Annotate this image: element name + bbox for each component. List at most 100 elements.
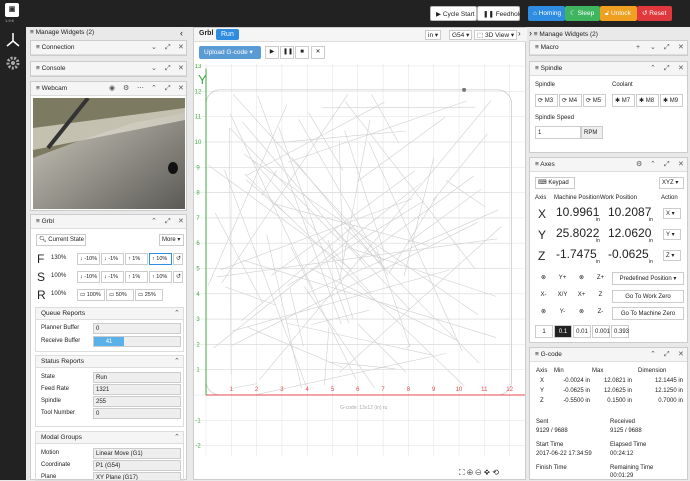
upload-gcode-button[interactable]: Upload G-code ▾ bbox=[199, 46, 261, 59]
chevron-up-icon[interactable]: ⌃ bbox=[650, 158, 656, 172]
override-button[interactable]: ↑ 1% bbox=[125, 271, 148, 283]
go-to-machine-zero-button[interactable]: Go To Machine Zero bbox=[612, 307, 684, 320]
chevron-down-icon[interactable]: ⌄ bbox=[151, 62, 157, 76]
jog-button[interactable]: X- bbox=[535, 289, 552, 302]
close-icon[interactable]: ✕ bbox=[678, 41, 684, 55]
jog-button[interactable]: Y- bbox=[554, 306, 571, 319]
queue-reports-header[interactable]: Queue Reports ⌃ bbox=[36, 308, 183, 320]
chevron-up-icon[interactable]: ⌃ bbox=[174, 432, 180, 444]
keypad-button[interactable]: ⌨ Keypad bbox=[535, 177, 575, 189]
step-size-button[interactable]: 0.01 bbox=[573, 325, 591, 338]
close-gcode-button[interactable]: ✕ bbox=[311, 46, 325, 59]
jog-diagonal-icon[interactable]: ⊗ bbox=[573, 272, 590, 285]
override-button[interactable]: ↓ -10% bbox=[77, 271, 100, 283]
axes-select[interactable]: XYZ ▾ bbox=[659, 177, 684, 189]
override-button[interactable]: ↑ 1% bbox=[125, 253, 148, 265]
camera-icon[interactable]: ◉ bbox=[109, 82, 115, 96]
wcs-select[interactable]: G54 ▾ bbox=[449, 30, 473, 40]
chevron-up-icon[interactable]: ⌃ bbox=[650, 348, 656, 362]
more-icon[interactable]: ⋯ bbox=[137, 82, 144, 96]
coolant-m9-button[interactable]: ✱ M9 bbox=[660, 94, 683, 107]
spindle-speed-input[interactable]: 1 bbox=[535, 126, 581, 139]
spindle-m4-button[interactable]: ⟳ M4 bbox=[559, 94, 582, 107]
jog-button[interactable]: Y+ bbox=[554, 272, 571, 285]
close-icon[interactable]: ✕ bbox=[678, 62, 684, 76]
close-icon[interactable]: ✕ bbox=[678, 348, 684, 362]
override-button[interactable]: ▭ 25% bbox=[135, 289, 163, 301]
close-icon[interactable]: ✕ bbox=[178, 82, 184, 96]
jog-button[interactable]: Z bbox=[592, 289, 609, 302]
step-size-button[interactable]: 0.393 bbox=[611, 325, 629, 338]
chevron-down-icon[interactable]: ⌄ bbox=[151, 41, 157, 55]
chevron-up-icon[interactable]: ⌃ bbox=[174, 308, 180, 320]
override-button[interactable]: ↑ 10% bbox=[149, 253, 172, 265]
coolant-m7-button[interactable]: ✱ M7 bbox=[612, 94, 635, 107]
chevron-up-icon[interactable]: ⌃ bbox=[650, 62, 656, 76]
go-to-work-zero-button[interactable]: Go To Work Zero bbox=[612, 290, 684, 303]
settings-icon[interactable]: ⚙ bbox=[636, 158, 642, 172]
pause-button[interactable]: ❚❚ bbox=[280, 46, 294, 59]
close-icon[interactable]: ✕ bbox=[178, 41, 184, 55]
cycle-start-button[interactable]: ▶ Cycle Start bbox=[430, 6, 477, 21]
grbl-header[interactable]: ≡ Grbl ⌃ ⤢ ✕ bbox=[31, 215, 186, 229]
collapse-right-icon[interactable]: › bbox=[518, 29, 521, 38]
step-size-button[interactable]: 0.1 bbox=[554, 325, 572, 338]
chevron-up-icon[interactable]: ⌃ bbox=[151, 82, 157, 96]
collapse-right-panel-icon[interactable]: › bbox=[529, 28, 532, 38]
modal-groups-header[interactable]: Modal Groups ⌃ bbox=[36, 432, 183, 444]
zoom-in-icon[interactable]: ⊕ bbox=[467, 468, 473, 477]
rotate-icon[interactable]: ⟲ bbox=[492, 468, 499, 477]
zoom-out-icon[interactable]: ⊖ bbox=[475, 468, 481, 477]
close-icon[interactable]: ✕ bbox=[178, 215, 184, 229]
pan-icon[interactable]: ✥ bbox=[484, 468, 490, 477]
expand-icon[interactable]: ⤢ bbox=[165, 41, 171, 55]
reset-button[interactable]: ↺ Reset bbox=[637, 6, 672, 21]
expand-icon[interactable]: ⤢ bbox=[664, 62, 670, 76]
chevron-up-icon[interactable]: ⌃ bbox=[174, 356, 180, 368]
jog-button[interactable]: Z- bbox=[592, 306, 609, 319]
override-button[interactable]: ▭ 50% bbox=[106, 289, 134, 301]
expand-icon[interactable]: ⤢ bbox=[664, 348, 670, 362]
settings-icon[interactable]: ⚙ bbox=[123, 82, 129, 96]
axis-action-dropdown[interactable]: X ▾ bbox=[663, 208, 681, 219]
coolant-m8-button[interactable]: ✱ M8 bbox=[636, 94, 659, 107]
jog-diagonal-icon[interactable]: ⊗ bbox=[535, 272, 552, 285]
left-manage-widgets[interactable]: ≡ Manage Widgets (2) ‹ bbox=[30, 27, 190, 39]
jog-button[interactable]: X/Y bbox=[554, 289, 571, 302]
override-button[interactable]: ▭ 100% bbox=[77, 289, 105, 301]
jog-diagonal-icon[interactable]: ⊗ bbox=[535, 306, 552, 319]
chevron-up-icon[interactable]: ⌃ bbox=[151, 215, 157, 229]
jog-diagonal-icon[interactable]: ⊗ bbox=[573, 306, 590, 319]
stop-button[interactable]: ■ bbox=[295, 46, 309, 59]
predefined-position-select[interactable]: Predefined Position ▾ bbox=[612, 272, 684, 285]
connection-header[interactable]: ≡ Connection ⌄ ⤢ ✕ bbox=[31, 41, 186, 55]
override-button[interactable]: ↓ -10% bbox=[77, 253, 100, 265]
collapse-left-icon[interactable]: ‹ bbox=[180, 27, 183, 39]
reset-override-icon[interactable]: ↺ bbox=[173, 253, 183, 265]
webcam-header[interactable]: ≡ Webcam ◉ ⚙ ⋯ ⌃ ⤢ ✕ bbox=[31, 82, 186, 96]
spindle-header[interactable]: ≡ Spindle ⌃ ⤢ ✕ bbox=[530, 62, 687, 76]
feedhold-button[interactable]: ❚❚ Feedhold bbox=[477, 6, 523, 21]
close-icon[interactable]: ✕ bbox=[678, 158, 684, 172]
spindle-m5-button[interactable]: ⟳ M5 bbox=[583, 94, 606, 107]
more-dropdown[interactable]: More ▾ bbox=[159, 234, 184, 246]
chevron-down-icon[interactable]: ⌄ bbox=[650, 41, 656, 55]
axes-icon[interactable] bbox=[4, 31, 22, 49]
step-size-button[interactable]: 0.001 bbox=[592, 325, 610, 338]
fit-icon[interactable]: ⛶ bbox=[459, 468, 465, 477]
view-select[interactable]: ⬚ 3D View ▾ bbox=[474, 30, 518, 40]
add-icon[interactable]: + bbox=[636, 41, 640, 55]
homing-button[interactable]: ⌂ Homing bbox=[528, 6, 565, 21]
current-state-button[interactable]: 🔍︎ Current State bbox=[36, 234, 86, 246]
axis-action-dropdown[interactable]: Y ▾ bbox=[663, 229, 681, 240]
gear-icon[interactable] bbox=[4, 54, 22, 72]
macro-header[interactable]: ≡ Macro + ⌄ ⤢ ✕ bbox=[530, 41, 687, 55]
play-button[interactable]: ▶ bbox=[265, 46, 279, 59]
right-manage-widgets[interactable]: › ≡ Manage Widgets (2) bbox=[529, 27, 690, 39]
axis-action-dropdown[interactable]: Z ▾ bbox=[663, 250, 681, 261]
override-button[interactable]: ↓ -1% bbox=[101, 253, 124, 265]
expand-icon[interactable]: ⤢ bbox=[165, 62, 171, 76]
expand-icon[interactable]: ⤢ bbox=[664, 158, 670, 172]
sleep-button[interactable]: ☾ Sleep bbox=[565, 6, 600, 21]
reset-override-icon[interactable]: ↺ bbox=[173, 271, 183, 283]
